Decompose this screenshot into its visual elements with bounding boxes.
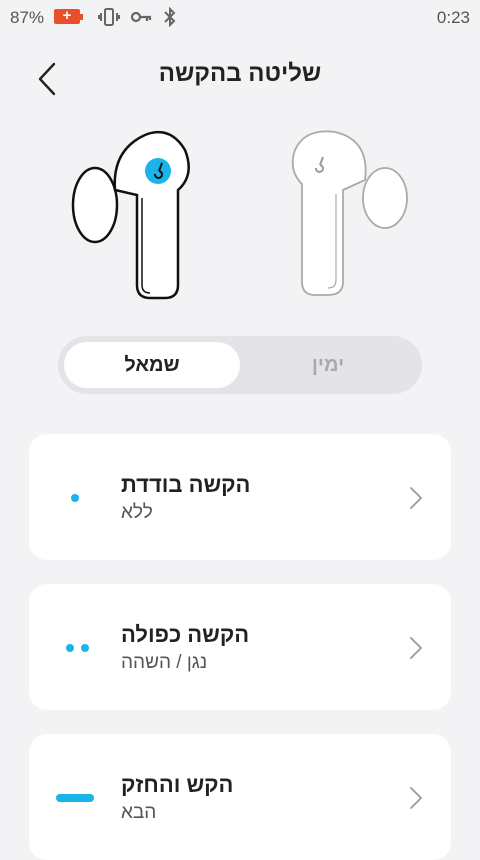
status-icons (98, 7, 178, 27)
gesture-title: הקשה בודדת (121, 472, 251, 497)
side-option-left[interactable]: שמאל (64, 342, 240, 388)
gesture-action: נגן / השהה (121, 652, 208, 673)
battery-percent: 87% (10, 8, 45, 27)
chevron-right-icon (410, 787, 423, 809)
chevron-right-icon (410, 487, 423, 509)
gesture-card-double-tap[interactable]: הקשה כפולה נגן / השהה (29, 584, 451, 710)
page-title: שליטה בהקשה (158, 60, 322, 87)
earbuds-illustration (60, 120, 420, 310)
bluetooth-icon (164, 7, 176, 27)
gesture-card-single-tap[interactable]: הקשה בודדת ללא (29, 434, 451, 560)
gesture-card-tap-and-hold[interactable]: הקש והחזק הבא (29, 734, 451, 860)
gesture-title: הקשה כפולה (121, 622, 250, 647)
side-selector: שמאל ימין (58, 336, 422, 394)
gesture-action: ללא (121, 502, 153, 523)
vibrate-icon (98, 8, 120, 26)
gesture-action: הבא (121, 802, 157, 823)
chevron-right-icon (410, 637, 423, 659)
header: שליטה בהקשה (0, 50, 480, 100)
clock: 0:23 (436, 8, 470, 27)
left-earbud-icon[interactable] (71, 130, 190, 300)
battery-charging-icon: + (54, 7, 83, 24)
status-bar: 87% + 0:23 (0, 0, 480, 36)
side-option-right[interactable]: ימין (240, 342, 416, 388)
vpn-key-icon (130, 11, 152, 23)
gesture-title: הקש והחזק (121, 772, 234, 797)
right-earbud-icon[interactable] (291, 130, 408, 296)
